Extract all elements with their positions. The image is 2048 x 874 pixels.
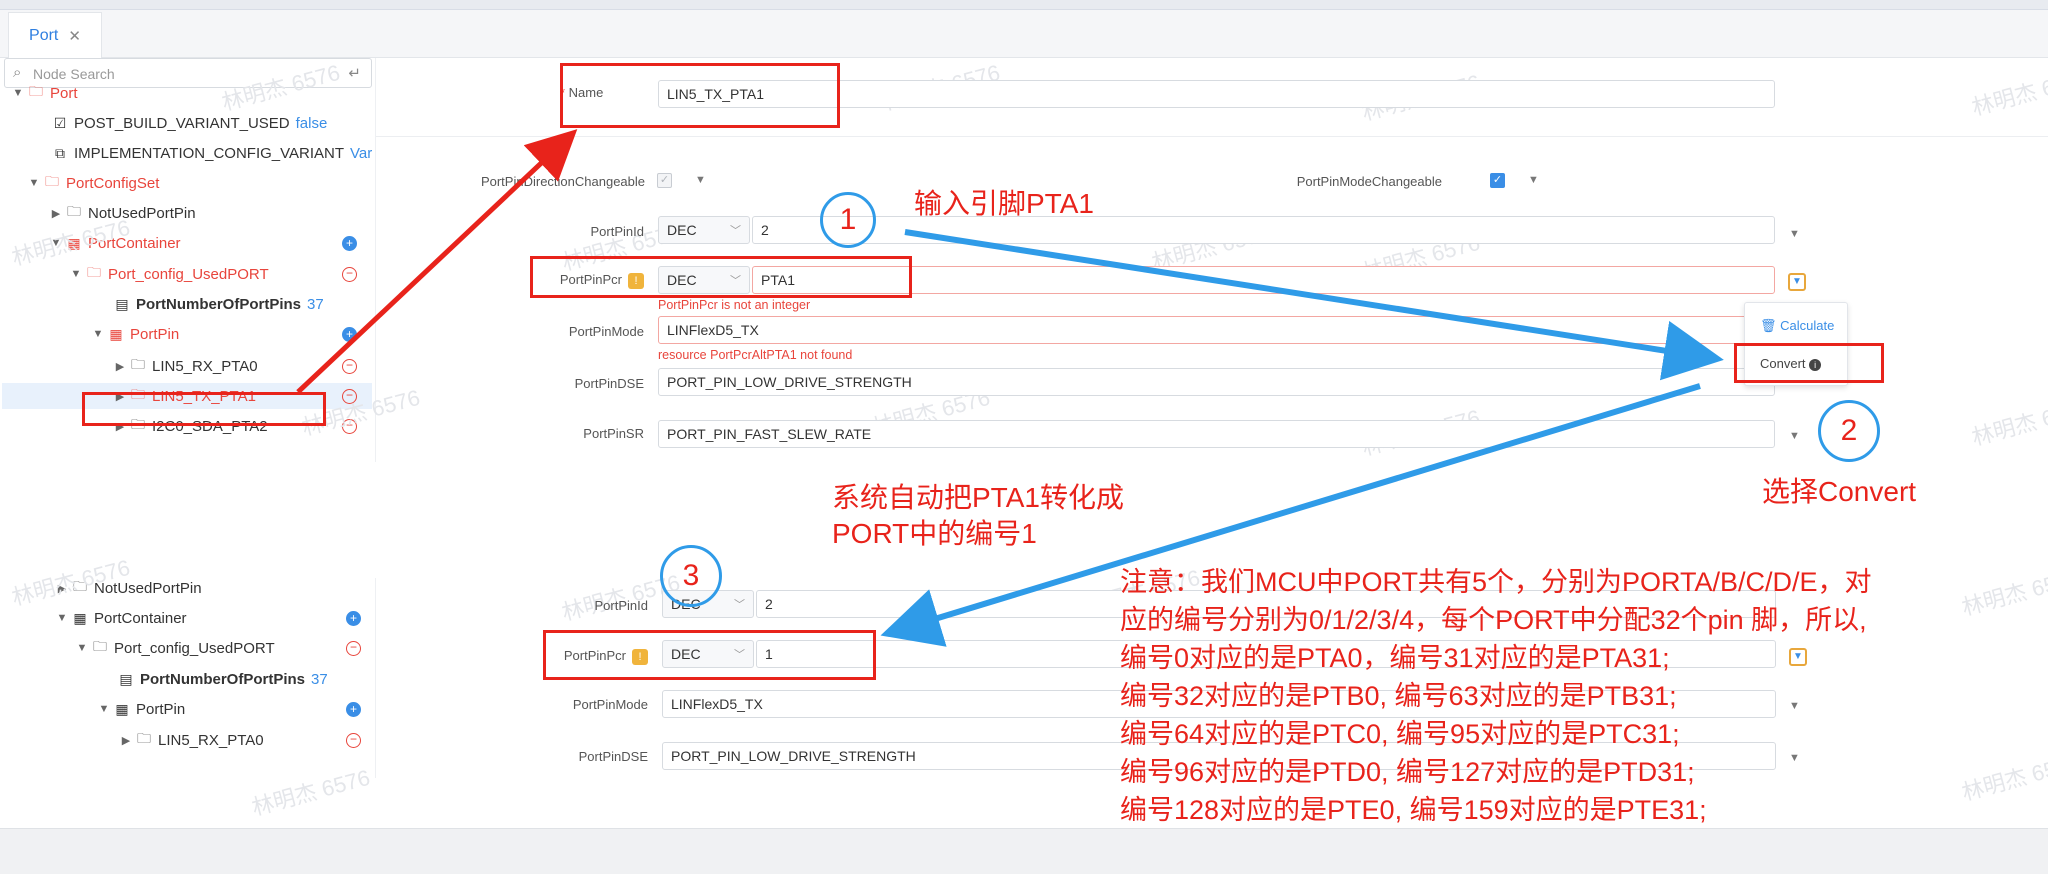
- step-1-circle: 1: [820, 192, 876, 248]
- annotation-auto-convert-1: 系统自动把PTA1转化成: [832, 482, 1124, 513]
- highlight-pcr-result-box: [543, 630, 876, 680]
- annotation-input-pin: 输入引脚PTA1: [914, 188, 1094, 219]
- step-3-circle: 3: [660, 545, 722, 607]
- annotation-note-line: 编号128对应的是PTE0, 编号159对应的是PTE31;: [1120, 795, 1707, 825]
- annotation-note-line: 注意：我们MCU中PORT共有5个，分别为PORTA/B/C/D/E，对: [1120, 567, 1872, 597]
- blue-arrow-input-to-convert: [904, 229, 1724, 381]
- step-2-circle: 2: [1818, 400, 1880, 462]
- annotation-note-line: 编号64对应的是PTC0, 编号95对应的是PTC31;: [1120, 719, 1680, 749]
- highlight-name-box: [560, 63, 840, 128]
- highlight-convert-box: [1734, 343, 1884, 383]
- annotation-auto-convert-2: PORT中的编号1: [832, 518, 1037, 549]
- annotation-note-line: 编号96对应的是PTD0, 编号127对应的是PTD31;: [1120, 757, 1695, 787]
- annotation-select-convert: 选择Convert: [1762, 476, 1917, 507]
- annotation-note-line: 编号0对应的是PTA0，编号31对应的是PTA31;: [1120, 643, 1670, 673]
- highlight-tree-item-box: [82, 392, 326, 426]
- highlight-pcr-box: [530, 256, 912, 298]
- annotation-arrows: [296, 129, 1724, 647]
- annotation-note-line: 应的编号分别为0/1/2/3/4，每个PORT中分配32个pin 脚，所以,: [1120, 605, 1867, 635]
- annotation-note-line: 编号32对应的是PTB0, 编号63对应的是PTB31;: [1120, 681, 1677, 711]
